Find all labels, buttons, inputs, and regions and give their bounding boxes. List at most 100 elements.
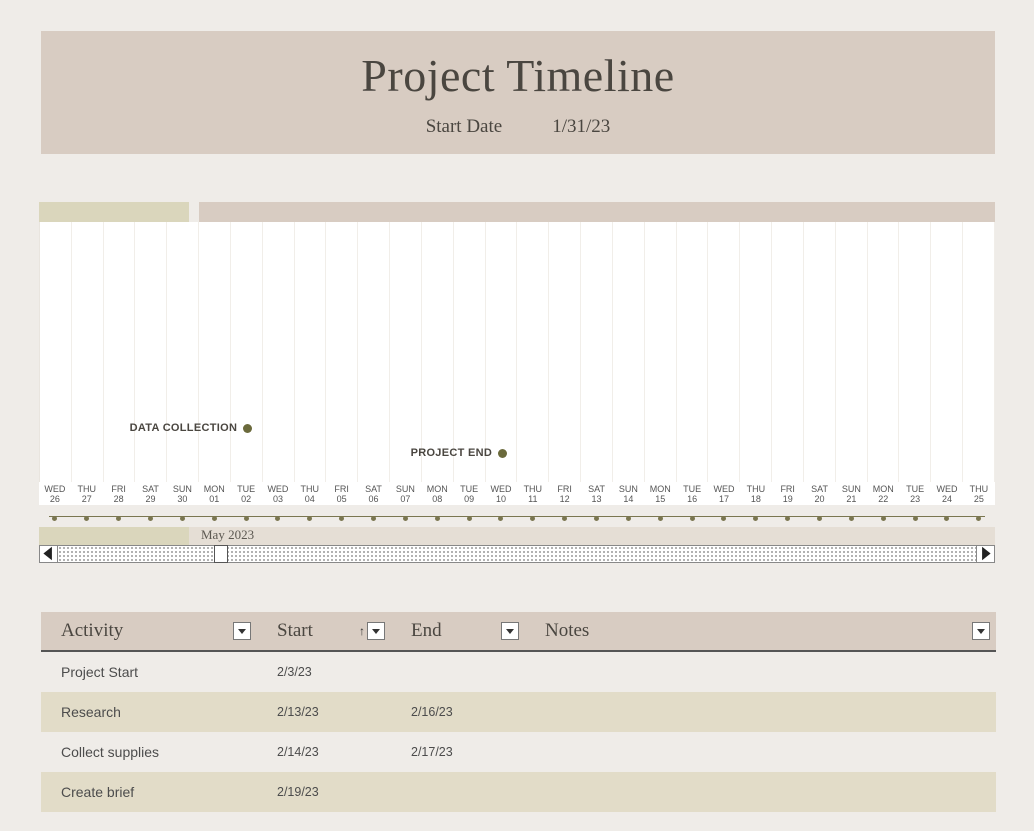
cell-start: 2/13/23 xyxy=(257,705,391,719)
axis-tick: MON15 xyxy=(644,484,676,505)
grid-column xyxy=(931,222,963,482)
timeline-marker: PROJECT END xyxy=(411,447,508,459)
axis-tick: FRI05 xyxy=(326,484,358,505)
timeline-marker-label: DATA COLLECTION xyxy=(130,422,238,434)
chevron-down-icon xyxy=(371,626,381,636)
grid-column xyxy=(422,222,454,482)
axis-tick: THU27 xyxy=(71,484,103,505)
grid-column xyxy=(40,222,72,482)
grid-column xyxy=(486,222,518,482)
cell-end: 2/16/23 xyxy=(391,705,525,719)
timeline-chart: DATA COLLECTIONPROJECT END WED26THU27FRI… xyxy=(39,202,995,552)
mini-strip-label: May 2023 xyxy=(201,527,254,543)
table-row: Research2/13/232/16/23 xyxy=(41,692,996,732)
axis-tick: SUN30 xyxy=(166,484,198,505)
column-header-notes-label: Notes xyxy=(545,620,589,642)
header-banner: Project Timeline Start Date 1/31/23 xyxy=(41,31,995,154)
start-date-label: Start Date xyxy=(426,116,503,138)
axis-dots xyxy=(39,516,995,521)
cell-activity: Create brief xyxy=(41,784,257,800)
scroll-right-button[interactable] xyxy=(976,546,994,562)
cell-activity: Project Start xyxy=(41,664,257,680)
axis-tick: SAT29 xyxy=(135,484,167,505)
grid-column xyxy=(740,222,772,482)
column-header-start-label: Start xyxy=(277,620,313,642)
grid-column xyxy=(899,222,931,482)
axis-tick: TUE02 xyxy=(230,484,262,505)
timeline-marker: DATA COLLECTION xyxy=(130,422,253,434)
column-header-end: End xyxy=(391,620,525,642)
scroll-thumb[interactable] xyxy=(214,545,228,563)
timeline-axis: WED26THU27FRI28SAT29SUN30MON01TUE02WED03… xyxy=(39,482,995,505)
cell-activity: Research xyxy=(41,704,257,720)
chart-top-strip-left xyxy=(39,202,189,222)
grid-column xyxy=(517,222,549,482)
axis-tick: MON22 xyxy=(867,484,899,505)
triangle-left-icon xyxy=(40,545,57,562)
grid-column xyxy=(167,222,199,482)
column-header-start: Start ↑ xyxy=(257,620,391,642)
axis-tick: WED17 xyxy=(708,484,740,505)
axis-tick: TUE16 xyxy=(676,484,708,505)
axis-tick: SUN14 xyxy=(612,484,644,505)
axis-tick: SUN07 xyxy=(389,484,421,505)
column-header-activity: Activity xyxy=(41,620,257,642)
grid-column xyxy=(645,222,677,482)
grid-column xyxy=(358,222,390,482)
axis-tick: SAT06 xyxy=(358,484,390,505)
table-header-row: Activity Start ↑ End Notes xyxy=(41,612,996,652)
axis-tick: TUE23 xyxy=(899,484,931,505)
axis-tick: SAT20 xyxy=(804,484,836,505)
chevron-down-icon xyxy=(237,626,247,636)
grid-column xyxy=(326,222,358,482)
axis-tick: FRI28 xyxy=(103,484,135,505)
grid-column xyxy=(390,222,422,482)
grid-column xyxy=(613,222,645,482)
axis-tick: THU25 xyxy=(963,484,995,505)
grid-column xyxy=(104,222,136,482)
timeline-marker-label: PROJECT END xyxy=(411,447,493,459)
chart-grid: DATA COLLECTION PROJECT END xyxy=(39,222,995,482)
timeline-scrollbar[interactable] xyxy=(39,545,995,563)
mini-strip-right: May 2023 xyxy=(189,527,995,545)
sort-ascending-icon: ↑ xyxy=(359,624,365,638)
axis-tick: WED10 xyxy=(485,484,517,505)
cell-start: 2/19/23 xyxy=(257,785,391,799)
filter-button-activity[interactable] xyxy=(233,622,251,640)
axis-tick: THU18 xyxy=(740,484,772,505)
cell-end: 2/17/23 xyxy=(391,745,525,759)
grid-column xyxy=(804,222,836,482)
grid-column xyxy=(772,222,804,482)
grid-column xyxy=(199,222,231,482)
filter-button-start[interactable] xyxy=(367,622,385,640)
axis-tick: FRI19 xyxy=(772,484,804,505)
grid-column xyxy=(836,222,868,482)
table-row: Project Start2/3/23 xyxy=(41,652,996,692)
axis-tick: MON01 xyxy=(198,484,230,505)
grid-column xyxy=(135,222,167,482)
table-row: Collect supplies2/14/232/17/23 xyxy=(41,732,996,772)
page-title: Project Timeline xyxy=(41,49,995,102)
scroll-left-button[interactable] xyxy=(40,546,58,562)
cell-start: 2/3/23 xyxy=(257,665,391,679)
grid-column xyxy=(231,222,263,482)
filter-button-end[interactable] xyxy=(501,622,519,640)
grid-column xyxy=(963,222,995,482)
axis-tick: THU11 xyxy=(517,484,549,505)
cell-start: 2/14/23 xyxy=(257,745,391,759)
grid-column xyxy=(72,222,104,482)
activity-table: Activity Start ↑ End Notes Project Start… xyxy=(41,612,996,812)
mini-strip-left xyxy=(39,527,189,545)
chevron-down-icon xyxy=(505,626,515,636)
axis-tick: WED03 xyxy=(262,484,294,505)
grid-column xyxy=(581,222,613,482)
scroll-track[interactable] xyxy=(58,546,976,562)
axis-tick: WED26 xyxy=(39,484,71,505)
column-header-activity-label: Activity xyxy=(61,620,123,642)
axis-tick: THU04 xyxy=(294,484,326,505)
axis-tick: MON08 xyxy=(421,484,453,505)
filter-button-notes[interactable] xyxy=(972,622,990,640)
chart-top-strip-right xyxy=(199,202,995,222)
marker-dot-icon xyxy=(243,424,252,433)
grid-column xyxy=(868,222,900,482)
